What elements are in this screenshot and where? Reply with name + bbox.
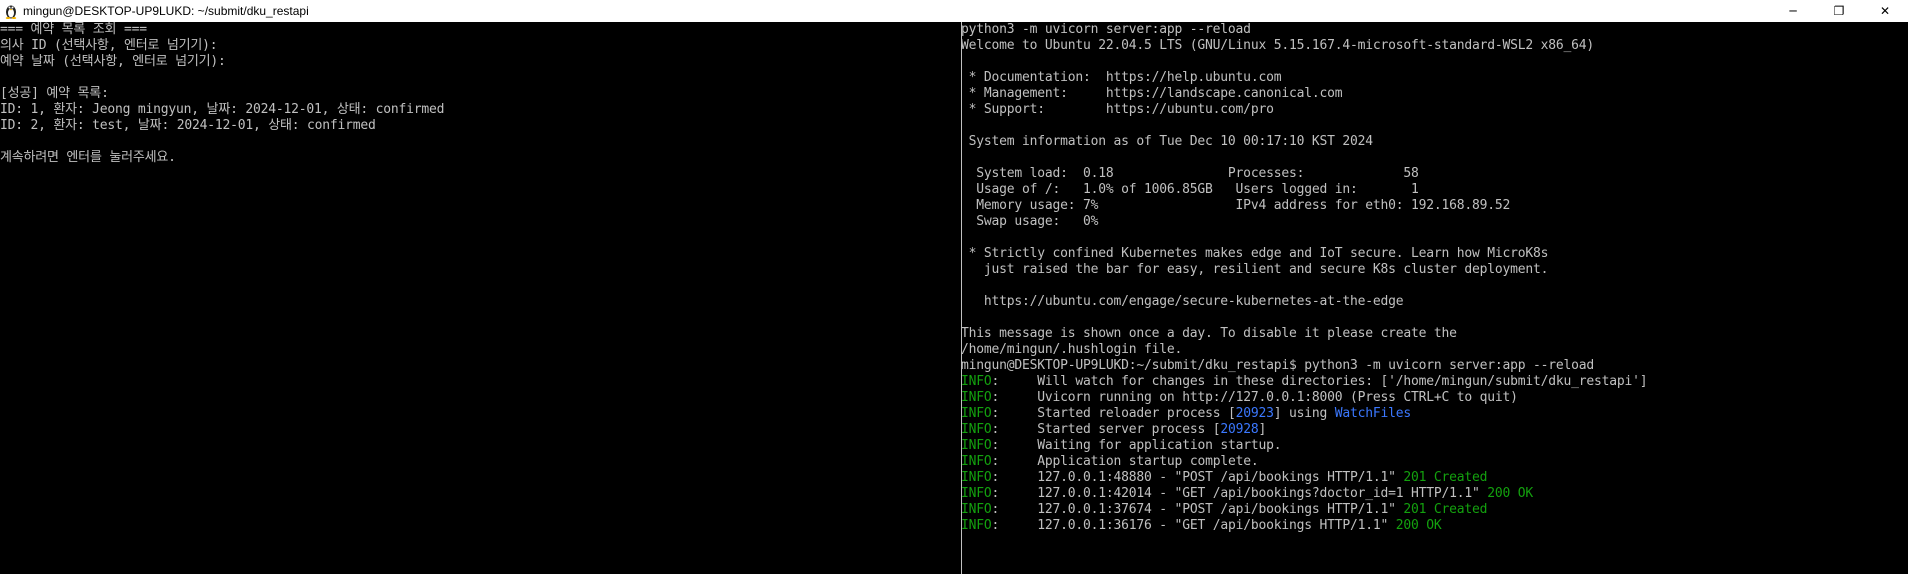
- log-separator: :: [991, 422, 1038, 437]
- tool-name: WatchFiles: [1334, 406, 1412, 421]
- log-separator: :: [991, 454, 1038, 469]
- log-message: 127.0.0.1:48880 - "POST /api/bookings HT…: [1037, 470, 1404, 485]
- terminal-line: * Documentation: https://help.ubuntu.com: [961, 70, 1282, 85]
- log-line: INFO: Started server process [20928]: [961, 422, 1908, 438]
- log-level: INFO: [961, 518, 992, 533]
- log-level: INFO: [961, 502, 992, 517]
- terminal-line: ID: 1, 환자: Jeong mingyun, 날짜: 2024-12-01…: [0, 102, 445, 117]
- log-message: 127.0.0.1:36176 - "GET /api/bookings HTT…: [1037, 518, 1396, 533]
- terminal-line: python3 -m uvicorn server:app --reload: [961, 22, 1251, 37]
- log-message: ] using: [1273, 406, 1335, 421]
- terminal-line: * Management: https://landscape.canonica…: [961, 86, 1343, 101]
- log-message: Will watch for changes in these director…: [1037, 374, 1648, 389]
- right-terminal-pane[interactable]: python3 -m uvicorn server:app --reload W…: [961, 22, 1908, 574]
- http-status: 201 Created: [1403, 502, 1488, 517]
- log-separator: :: [991, 502, 1038, 517]
- log-separator: :: [991, 486, 1038, 501]
- process-id: 20923: [1235, 406, 1274, 421]
- terminal-line: * Strictly confined Kubernetes makes edg…: [961, 246, 1549, 261]
- log-line: INFO: Will watch for changes in these di…: [961, 374, 1908, 390]
- log-level: INFO: [961, 406, 992, 421]
- terminal-line: 예약 날짜 (선택사항, 엔터로 넘기기):: [0, 54, 226, 69]
- log-level: INFO: [961, 470, 992, 485]
- terminal-prompt-line: mingun@DESKTOP-UP9LUKD:~/submit/dku_rest…: [961, 358, 1595, 373]
- window-title: mingun@DESKTOP-UP9LUKD: ~/submit/dku_res…: [23, 4, 309, 18]
- log-line: INFO: 127.0.0.1:36176 - "GET /api/bookin…: [961, 518, 1908, 534]
- http-status: 200 OK: [1487, 486, 1534, 501]
- log-message: 127.0.0.1:37674 - "POST /api/bookings HT…: [1037, 502, 1404, 517]
- terminal-line: This message is shown once a day. To dis…: [961, 326, 1457, 341]
- log-line: INFO: Started reloader process [20923] u…: [961, 406, 1908, 422]
- restore-button[interactable]: ❐: [1816, 0, 1862, 22]
- terminal-line: /home/mingun/.hushlogin file.: [961, 342, 1183, 357]
- tux-penguin-icon: [3, 3, 19, 19]
- log-message: Waiting for application startup.: [1037, 438, 1282, 453]
- http-status: 200 OK: [1395, 518, 1442, 533]
- log-message: Uvicorn running on http://127.0.0.1:8000…: [1037, 390, 1518, 405]
- terminal-line: System information as of Tue Dec 10 00:1…: [961, 134, 1373, 149]
- log-line: INFO: Uvicorn running on http://127.0.0.…: [961, 390, 1908, 406]
- terminal-line: * Support: https://ubuntu.com/pro: [961, 102, 1274, 117]
- log-level: INFO: [961, 486, 992, 501]
- http-status: 201 Created: [1403, 470, 1488, 485]
- log-message: ]: [1258, 422, 1267, 437]
- terminal-line: 계속하려면 엔터를 눌러주세요.: [0, 150, 176, 165]
- log-separator: :: [991, 406, 1038, 421]
- minimize-button[interactable]: ─: [1770, 0, 1816, 22]
- log-message: Application startup complete.: [1037, 454, 1259, 469]
- log-separator: :: [991, 518, 1038, 533]
- log-level: INFO: [961, 454, 992, 469]
- terminal-line: ID: 2, 환자: test, 날짜: 2024-12-01, 상태: con…: [0, 118, 376, 133]
- log-level: INFO: [961, 422, 992, 437]
- log-line: INFO: 127.0.0.1:48880 - "POST /api/booki…: [961, 470, 1908, 486]
- log-separator: :: [991, 374, 1038, 389]
- terminal-line: === 예약 목록 조회 ===: [0, 22, 147, 37]
- terminal-line: [성공] 예약 목록:: [0, 86, 109, 101]
- log-line: INFO: 127.0.0.1:37674 - "POST /api/booki…: [961, 502, 1908, 518]
- terminal-line: 의사 ID (선택사항, 엔터로 넘기기):: [0, 38, 218, 53]
- terminal-line: Welcome to Ubuntu 22.04.5 LTS (GNU/Linux…: [961, 38, 1595, 53]
- log-level: INFO: [961, 438, 992, 453]
- log-message: Started server process [: [1037, 422, 1221, 437]
- log-separator: :: [991, 438, 1038, 453]
- window-titlebar[interactable]: mingun@DESKTOP-UP9LUKD: ~/submit/dku_res…: [0, 0, 1908, 22]
- log-line: INFO: 127.0.0.1:42014 - "GET /api/bookin…: [961, 486, 1908, 502]
- terminal-line: Usage of /: 1.0% of 1006.85GB Users logg…: [961, 182, 1419, 197]
- log-message: Started reloader process [: [1037, 406, 1236, 421]
- log-separator: :: [991, 390, 1038, 405]
- terminal-line: https://ubuntu.com/engage/secure-kuberne…: [961, 294, 1404, 309]
- log-line: INFO: Application startup complete.: [961, 454, 1908, 470]
- process-id: 20928: [1220, 422, 1259, 437]
- log-message: 127.0.0.1:42014 - "GET /api/bookings?doc…: [1037, 486, 1488, 501]
- terminal-line: Memory usage: 7% IPv4 address for eth0: …: [961, 198, 1511, 213]
- log-level: INFO: [961, 390, 992, 405]
- terminal-line: Swap usage: 0%: [961, 214, 1099, 229]
- log-line: INFO: Waiting for application startup.: [961, 438, 1908, 454]
- left-terminal-pane[interactable]: === 예약 목록 조회 === 의사 ID (선택사항, 엔터로 넘기기): …: [0, 22, 958, 574]
- log-separator: :: [991, 470, 1038, 485]
- close-button[interactable]: ✕: [1862, 0, 1908, 22]
- log-level: INFO: [961, 374, 992, 389]
- terminal-line: just raised the bar for easy, resilient …: [961, 262, 1549, 277]
- terminal-line: System load: 0.18 Processes: 58: [961, 166, 1419, 181]
